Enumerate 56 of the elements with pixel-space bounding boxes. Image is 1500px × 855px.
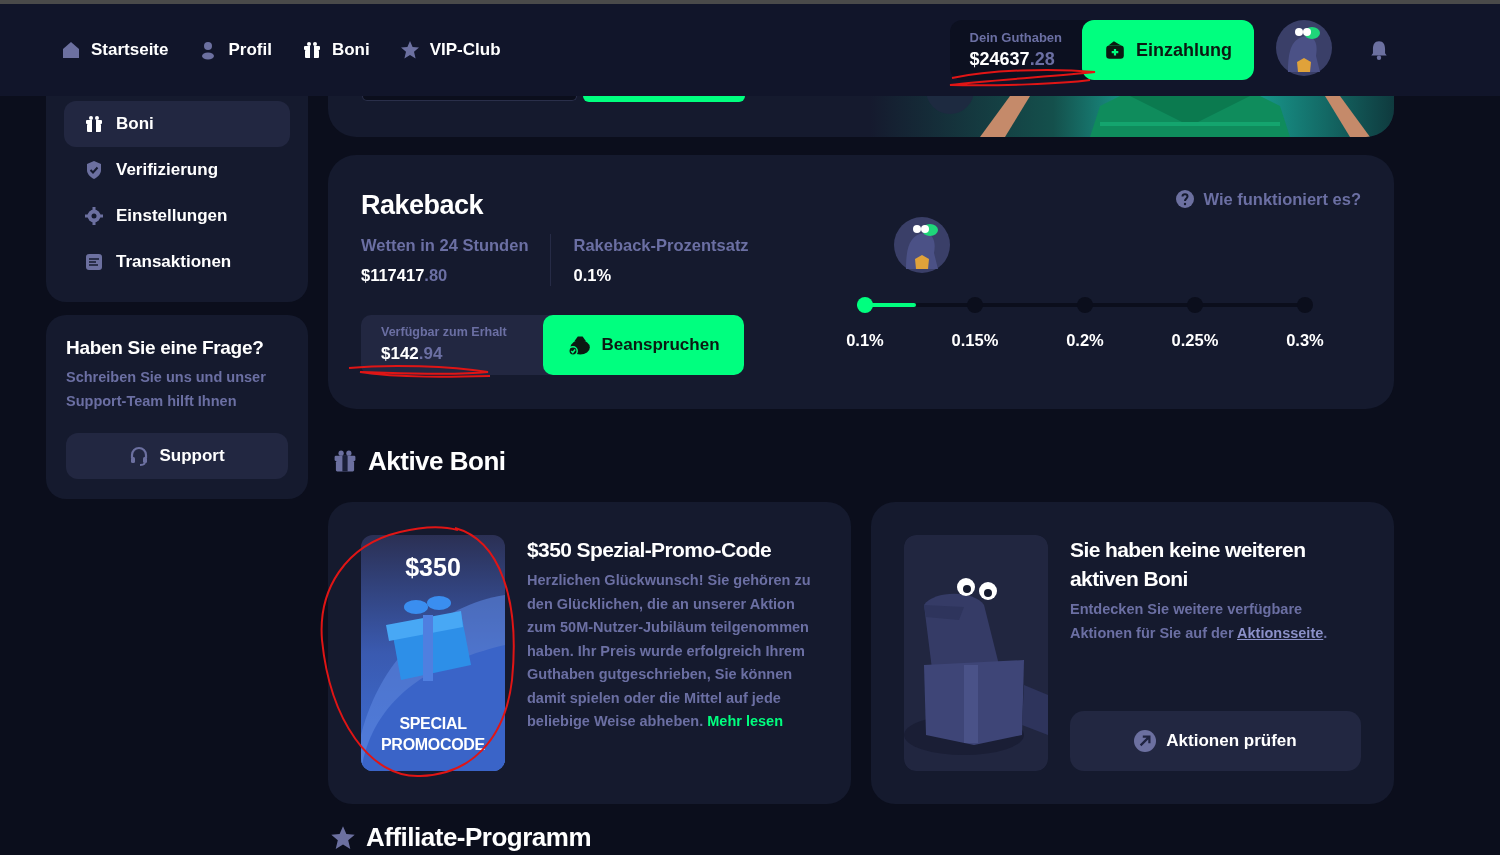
gift-icon bbox=[332, 448, 358, 474]
step-label: 0.15% bbox=[950, 331, 1000, 350]
shield-check-icon bbox=[84, 160, 104, 180]
stat-value: $117417.80 bbox=[361, 265, 449, 286]
step-label: 0.25% bbox=[1170, 331, 1220, 350]
step-label: 0.2% bbox=[1065, 331, 1105, 350]
help-title: Haben Sie eine Frage? bbox=[66, 337, 265, 359]
help-text: Schreiben Sie uns und unser Support-Team hilft Ihnen bbox=[66, 368, 267, 411]
star-icon bbox=[399, 40, 420, 60]
stat-value: 0.1% bbox=[573, 265, 613, 286]
star-icon bbox=[330, 824, 356, 851]
step-label: 0.3% bbox=[1285, 331, 1325, 350]
nav-link[interactable]: Profil bbox=[198, 40, 272, 60]
gift-icon bbox=[301, 40, 322, 60]
balance-label: Dein Guthaben bbox=[969, 30, 1062, 45]
bonus-title: Sie haben keine weiteren aktiven Boni bbox=[1070, 537, 1307, 592]
claim-button[interactable]: Beanspruchen bbox=[543, 315, 744, 375]
balance-amount: $24637.28 bbox=[969, 49, 1056, 70]
claim-label: Verfügbar zum Erhalt bbox=[381, 325, 508, 339]
stat-label: Wetten in 24 Stunden bbox=[361, 235, 529, 256]
home-icon bbox=[61, 40, 81, 60]
bonus-description: Entdecken Sie weitere verfügbare Aktionen für Sie auf der Aktionsseite. bbox=[1070, 600, 1329, 643]
claim-amount: $142.94 bbox=[381, 344, 444, 364]
help-link[interactable]: Wie funktioniert es? bbox=[1175, 187, 1361, 211]
avatar-marker-icon bbox=[894, 217, 951, 273]
bonus-description: Herzlichen Glückwunsch! Sie gehören zu den Glücklichen, die an unserer Aktion zum 50M-Nutzer-Jubiläum teilgenommen haben. Ihr Preis wurde erfolgreich Ihrem Guthaben gutgeschrieben, Sie können damit spielen oder die Mittel auf jede beliebige Weise abheben. Mehr lesen bbox=[527, 571, 812, 731]
sidebar-item[interactable]: Boni bbox=[64, 101, 290, 147]
wallet-icon bbox=[1104, 39, 1126, 61]
list-icon bbox=[84, 252, 104, 272]
badge-label: SPECIAL PROMOCODE bbox=[380, 714, 486, 755]
input-field[interactable] bbox=[362, 96, 577, 101]
promotions-link[interactable]: Aktionsseite bbox=[1237, 624, 1324, 641]
settings-icon bbox=[84, 206, 104, 226]
section-title: Affiliate-Programm bbox=[366, 822, 592, 853]
banner-button[interactable] bbox=[583, 96, 745, 102]
nav-link[interactable]: Startseite bbox=[61, 40, 169, 60]
headset-icon bbox=[129, 446, 150, 466]
section-title: Aktive Boni bbox=[368, 445, 506, 477]
avatar-icon bbox=[1276, 20, 1332, 76]
sidebar-item[interactable]: Einstellungen bbox=[64, 193, 290, 239]
notification-icon bbox=[1368, 39, 1390, 61]
step-label: 0.1% bbox=[845, 331, 885, 350]
bonus-title: $350 Spezial-Promo-Code bbox=[527, 537, 773, 563]
sidebar-item[interactable]: Transaktionen bbox=[64, 239, 290, 285]
support-button[interactable]: Support bbox=[66, 433, 288, 479]
badge-amount: $350 bbox=[404, 553, 462, 582]
read-more-link[interactable]: Mehr lesen bbox=[707, 713, 783, 729]
gift-icon bbox=[84, 114, 104, 134]
help-icon bbox=[1175, 189, 1196, 209]
stat-label: Rakeback-Prozentsatz bbox=[573, 235, 749, 256]
nav-link[interactable]: VIP-Club bbox=[399, 40, 501, 60]
deposit-button[interactable]: Einzahlung bbox=[1082, 20, 1254, 80]
check-promotions-button[interactable]: Aktionen prüfen bbox=[1070, 711, 1361, 771]
rakeback-title: Rakeback bbox=[361, 189, 485, 222]
sidebar-item[interactable]: Verifizierung bbox=[64, 147, 290, 193]
nav-link[interactable]: Boni bbox=[301, 40, 370, 60]
